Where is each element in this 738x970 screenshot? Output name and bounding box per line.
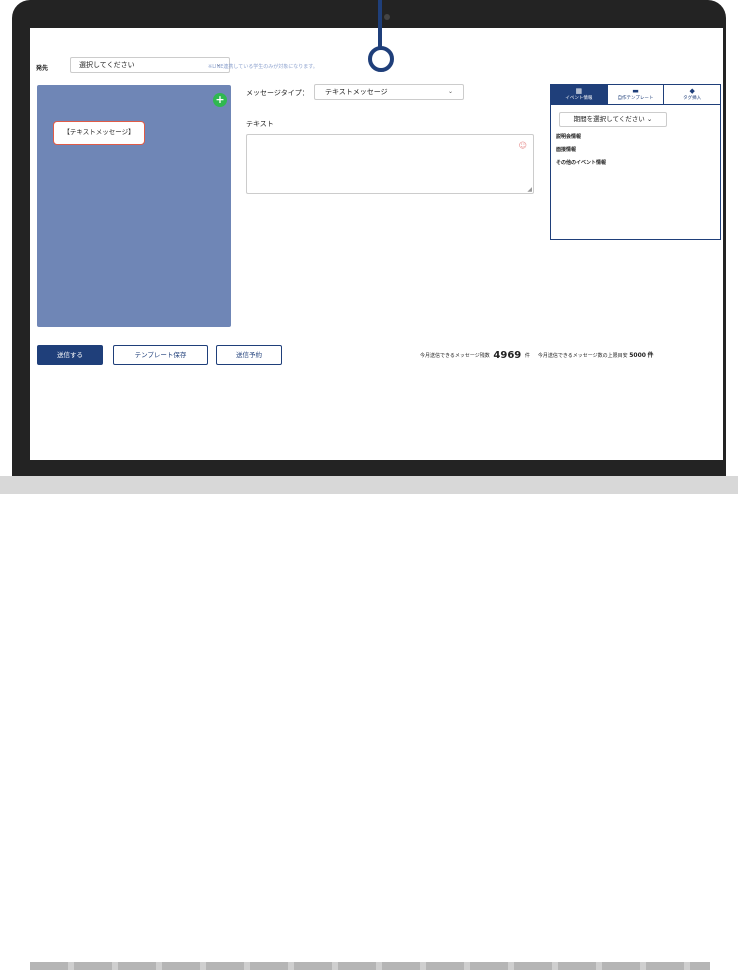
resize-handle[interactable]: ◢: [527, 186, 532, 193]
chevron-down-icon: ⌄: [646, 115, 653, 123]
limit-value: 5000: [629, 352, 646, 359]
message-stats: 今月送信できるメッセージ残数 4969 件 今月送信できるメッセージ数の上限目安…: [420, 350, 654, 361]
panel-tabs: ▦ イベント情報 ▬ 自作テンプレート ◆ タグ挿入: [551, 85, 721, 105]
tab-custom-template[interactable]: ▬ 自作テンプレート: [606, 85, 664, 105]
destination-select[interactable]: 選択してください ⌄: [70, 57, 230, 73]
save-template-button[interactable]: テンプレート保存: [113, 345, 208, 365]
remaining-value: 4969: [493, 350, 522, 361]
schedule-send-button[interactable]: 送信予約: [216, 345, 282, 365]
message-type-label: メッセージタイプ：: [246, 89, 309, 97]
tab-label: イベント情報: [565, 96, 593, 101]
destination-label: 発先: [36, 65, 49, 72]
message-type-select[interactable]: テキストメッセージ ⌄: [314, 84, 464, 100]
event-item-interview[interactable]: 面接情報: [556, 146, 720, 153]
pointer-line: [378, 0, 382, 50]
send-button[interactable]: 送信する: [37, 345, 103, 365]
event-item-other[interactable]: その他のイベント情報: [556, 159, 720, 166]
message-type-value: テキストメッセージ: [325, 88, 388, 96]
keyboard: [30, 962, 710, 970]
limit-unit: 件: [647, 352, 654, 359]
pointer-dot: [368, 46, 394, 72]
message-preview: + 【テキストメッセージ】: [37, 85, 231, 327]
event-item-seminar[interactable]: 説明会情報: [556, 133, 720, 140]
text-label: テキスト: [246, 120, 274, 128]
destination-select-value: 選択してください: [79, 61, 135, 69]
remaining-label: 今月送信できるメッセージ残数: [420, 353, 490, 359]
plus-icon[interactable]: +: [213, 93, 227, 107]
chevron-down-icon: ⌄: [447, 88, 453, 95]
laptop-base: [0, 476, 738, 970]
screen: 発先 選択してください ⌄ ※LINE連携している学生のみが対象になります。 +…: [30, 28, 723, 460]
limit-label: 今月送信できるメッセージ数の上限目安: [537, 353, 628, 359]
message-textarea[interactable]: ☺ ◢: [246, 134, 534, 194]
message-card[interactable]: 【テキストメッセージ】: [53, 121, 145, 145]
side-panel: ▦ イベント情報 ▬ 自作テンプレート ◆ タグ挿入 期間を選択してください ⌄ 説明…: [550, 84, 721, 240]
template-icon: ▬: [632, 87, 639, 95]
period-select[interactable]: 期間を選択してください ⌄: [559, 112, 667, 127]
period-select-value: 期間を選択してください: [573, 115, 645, 123]
camera-icon: [384, 14, 390, 20]
remaining-unit: 件: [524, 353, 530, 359]
tag-icon: ◆: [689, 87, 695, 95]
tab-label: タグ挿入: [683, 96, 702, 101]
tab-event-info[interactable]: ▦ イベント情報: [551, 85, 607, 105]
tab-label: 自作テンプレート: [617, 96, 654, 101]
destination-note: ※LINE連携している学生のみが対象になります。: [208, 64, 318, 70]
calendar-icon: ▦: [575, 87, 583, 95]
emoji-icon[interactable]: ☺: [519, 141, 527, 150]
tab-tag-insert[interactable]: ◆ タグ挿入: [663, 85, 721, 105]
